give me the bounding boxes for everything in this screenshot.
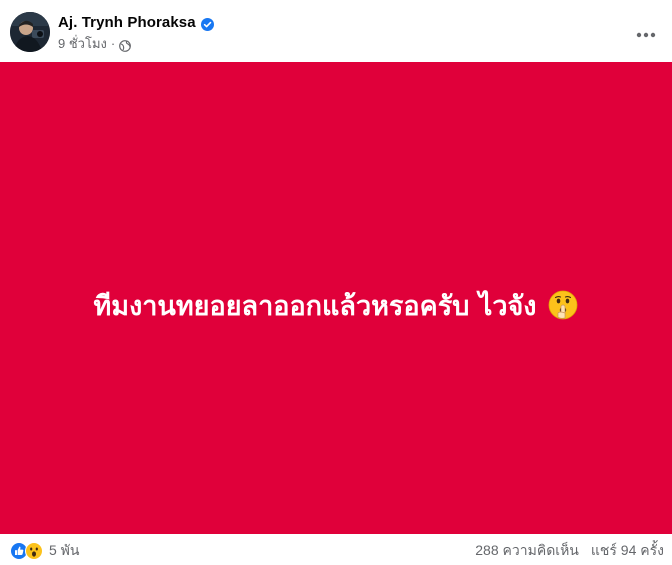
post-footer: 5 พัน 288 ความคิดเห็น แชร์ 94 ครั้ง — [0, 534, 672, 565]
globe-icon[interactable] — [119, 37, 132, 52]
post-card: Aj. Trynh Phoraksa 9 ชั่วโมง · ทีมงานทยอ… — [0, 0, 672, 565]
post-background[interactable]: ทีมงานทยอยลาออกแล้วหรอครับ ไวจัง — [0, 62, 672, 534]
verified-badge-icon — [200, 16, 214, 31]
post-meta: 9 ชั่วโมง · — [58, 33, 132, 54]
meta-separator: · — [110, 35, 116, 51]
more-horizontal-icon — [636, 23, 656, 42]
author-row: Aj. Trynh Phoraksa — [58, 13, 214, 31]
author-avatar[interactable] — [10, 12, 50, 52]
avatar-image — [10, 12, 50, 52]
author-name[interactable]: Aj. Trynh Phoraksa — [58, 14, 196, 31]
post-text: ทีมงานทยอยลาออกแล้วหรอครับ ไวจัง — [93, 290, 537, 322]
reactions-summary[interactable]: 5 พัน — [10, 542, 79, 560]
shushing-face-emoji-icon — [547, 289, 579, 321]
reaction-count: 5 พัน — [49, 542, 80, 558]
engagement-stats: 288 ความคิดเห็น แชร์ 94 ครั้ง — [475, 542, 664, 560]
post-header: Aj. Trynh Phoraksa 9 ชั่วโมง · — [0, 0, 672, 62]
post-timestamp[interactable]: 9 ชั่วโมง — [58, 33, 107, 54]
shares-count[interactable]: แชร์ 94 ครั้ง — [591, 540, 664, 562]
wow-reaction-icon — [25, 542, 43, 560]
more-options-button[interactable] — [628, 14, 664, 50]
comments-count[interactable]: 288 ความคิดเห็น — [475, 540, 579, 562]
post-text-container: ทีมงานทยอยลาออกแล้วหรอครับ ไวจัง — [93, 284, 578, 327]
